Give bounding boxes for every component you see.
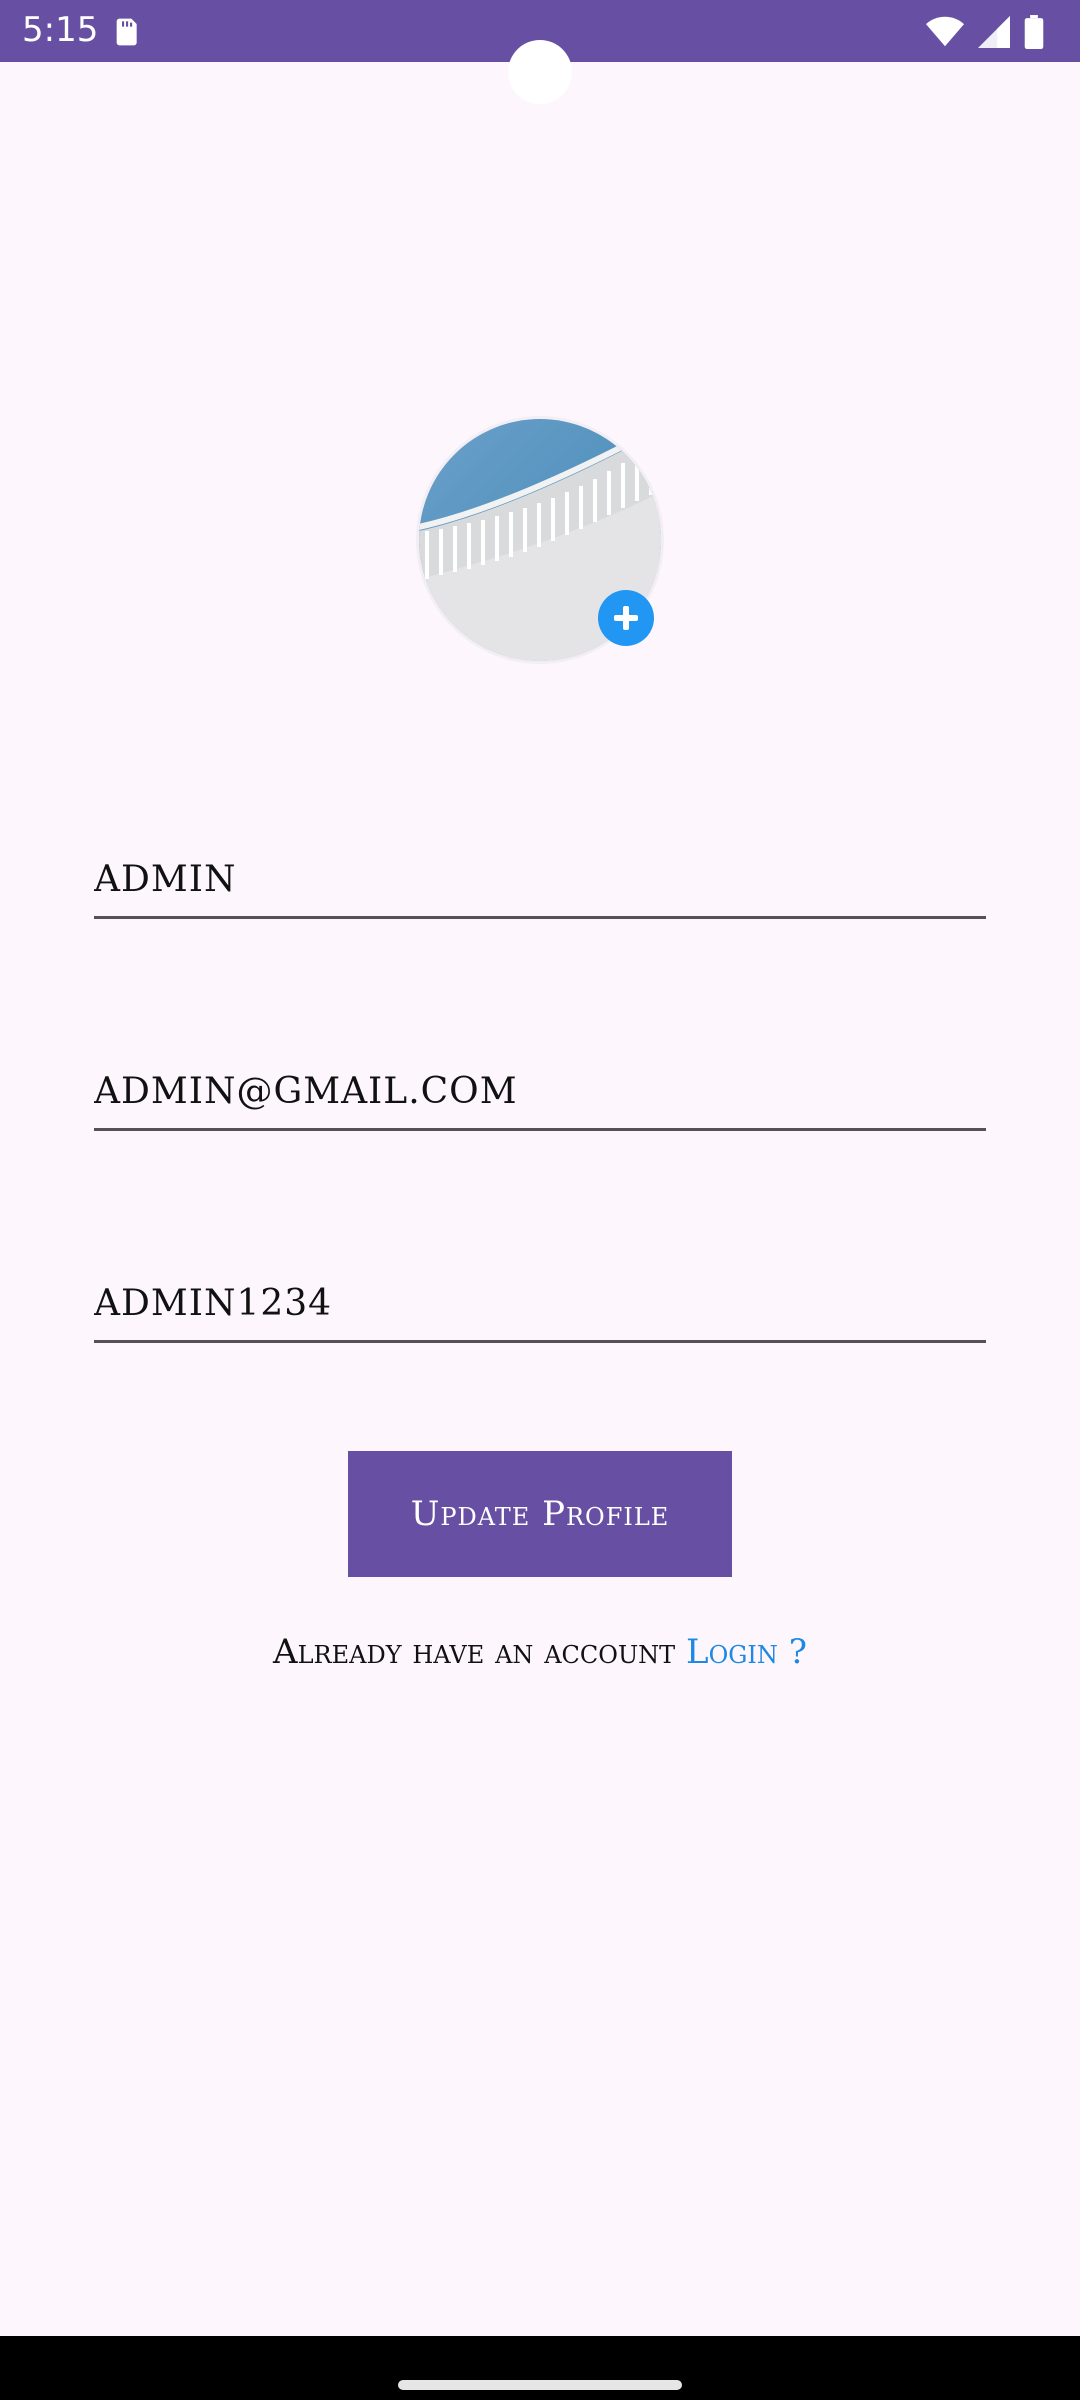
status-icons: [926, 14, 1044, 50]
plus-icon: [614, 606, 638, 630]
email-field[interactable]: [94, 1058, 986, 1124]
profile-avatar-container[interactable]: [416, 416, 664, 664]
login-prompt-row: Already have an account Login ?: [0, 1632, 1080, 1672]
battery-icon: [1024, 15, 1044, 49]
signal-icon: [978, 16, 1010, 48]
home-handle[interactable]: [398, 2380, 682, 2390]
add-photo-button[interactable]: [598, 590, 654, 646]
camera-cutout: [508, 40, 572, 104]
email-field-container: [94, 1058, 986, 1131]
update-profile-button[interactable]: Update Profile: [348, 1451, 732, 1577]
login-link[interactable]: Login ?: [686, 1632, 807, 1672]
name-field[interactable]: [94, 846, 986, 912]
name-field-container: [94, 846, 986, 919]
navigation-bar: [0, 2336, 1080, 2400]
status-time: 5:15: [22, 10, 99, 50]
password-field[interactable]: [94, 1270, 986, 1336]
sd-card-icon: [116, 18, 137, 46]
login-prompt-text: Already have an account: [273, 1632, 676, 1672]
password-field-container: [94, 1270, 986, 1343]
wifi-icon: [926, 16, 964, 47]
